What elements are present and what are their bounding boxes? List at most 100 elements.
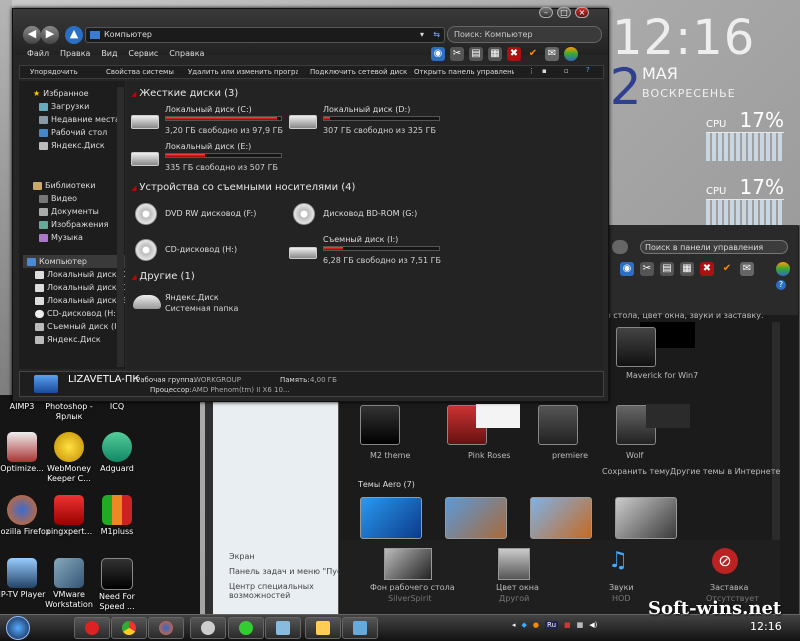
help-icon[interactable]: ?	[586, 66, 590, 74]
dvd-drive[interactable]: DVD RW дисковод (F:)	[131, 199, 281, 233]
nav-libraries[interactable]: Библиотеки	[33, 179, 108, 192]
drive-d[interactable]: Локальный диск (D:) 307 ГБ свободно из 3…	[289, 105, 440, 139]
taskbar-app[interactable]	[190, 617, 226, 639]
globe-icon[interactable]: ◉	[620, 262, 634, 276]
forward-button[interactable]: ▶	[41, 26, 59, 44]
nav-video[interactable]: Видео	[39, 192, 108, 205]
cut-icon[interactable]: ✂	[450, 47, 464, 61]
menu-view[interactable]: Вид	[101, 49, 117, 58]
nav-music[interactable]: Музыка	[39, 231, 108, 244]
system-properties-button[interactable]: Свойства системы	[106, 68, 174, 76]
copy-icon[interactable]: ▤	[469, 47, 483, 61]
taskbar-icq[interactable]	[228, 617, 264, 639]
preview-icon[interactable]: ▫	[564, 67, 569, 75]
arrow-left-icon[interactable]: ◂	[512, 621, 516, 629]
menu-file[interactable]: Файл	[27, 49, 49, 58]
more-themes-link[interactable]: Другие темы в Интернете	[670, 467, 780, 476]
view-icon[interactable]: ▪	[542, 67, 547, 75]
theme-thumb[interactable]	[616, 327, 656, 367]
cut-icon[interactable]: ✂	[640, 262, 654, 276]
nav-scrollbar[interactable]	[117, 87, 124, 367]
start-button[interactable]	[6, 616, 30, 640]
desktop-icon-adguard[interactable]: Adguard	[88, 432, 146, 474]
paste-icon[interactable]: ▦	[680, 262, 694, 276]
minimize-button[interactable]: –	[539, 7, 553, 18]
nav-drive-e[interactable]: Локальный диск (E:)	[35, 294, 125, 307]
copy-icon[interactable]: ▤	[660, 262, 674, 276]
back-button[interactable]: ◀	[23, 26, 41, 44]
theme-thumb[interactable]	[538, 405, 578, 445]
taskbar-explorer[interactable]	[305, 617, 341, 639]
check-icon[interactable]: ✔	[526, 47, 540, 61]
help-icon[interactable]: ?	[776, 280, 786, 290]
taskbar-opera[interactable]	[74, 617, 110, 639]
windows-logo-icon[interactable]	[776, 262, 790, 276]
section-hdd[interactable]: ◢ Жесткие диски (3)	[131, 88, 238, 99]
mail-icon[interactable]: ✉	[740, 262, 754, 276]
language-indicator[interactable]: Ru	[545, 621, 559, 629]
screensaver-icon[interactable]: ⊘	[712, 548, 738, 574]
aero-theme-thumb[interactable]	[615, 497, 677, 539]
mail-icon[interactable]: ✉	[545, 47, 559, 61]
network-icon[interactable]: ▦	[577, 621, 584, 629]
delete-icon[interactable]: ✖	[507, 47, 521, 61]
nav-yandex-disk-2[interactable]: Яндекс.Диск	[35, 333, 125, 346]
desktop-icon-m1pluss[interactable]: M1pluss	[88, 495, 146, 537]
refresh-icon[interactable]	[612, 240, 628, 254]
aero-theme-thumb[interactable]	[445, 497, 507, 539]
task-link-taskbar[interactable]: Панель задач и меню "Пуск"	[229, 567, 350, 576]
map-network-drive-button[interactable]: Подключить сетевой диск	[310, 68, 408, 76]
globe-icon[interactable]: ◉	[431, 47, 445, 61]
sounds-icon[interactable]: ♫	[604, 548, 632, 576]
more-icon[interactable]: ⋮	[528, 67, 535, 75]
up-button[interactable]: ▲	[65, 26, 83, 44]
menu-help[interactable]: Справка	[169, 49, 204, 58]
bottom-label[interactable]: Звуки	[609, 583, 634, 592]
aero-theme-thumb[interactable]	[530, 497, 592, 539]
menu-edit[interactable]: Правка	[60, 49, 90, 58]
taskbar-app2[interactable]	[265, 617, 301, 639]
desktop-icon-icq[interactable]: ICQ	[88, 402, 146, 412]
section-other[interactable]: ◢ Другие (1)	[131, 271, 195, 282]
tray-icon[interactable]: ■	[564, 621, 571, 629]
taskbar-firefox[interactable]	[148, 617, 184, 639]
taskbar-control-panel[interactable]	[342, 617, 378, 639]
task-link-display[interactable]: Экран	[229, 552, 255, 561]
menu-tools[interactable]: Сервис	[128, 49, 158, 58]
nav-documents[interactable]: Документы	[39, 205, 108, 218]
section-removable[interactable]: ◢ Устройства со съемными носителями (4)	[131, 182, 355, 193]
volume-icon[interactable]: ◀)	[589, 621, 597, 629]
organize-button[interactable]: Упорядочить	[30, 68, 78, 76]
bottom-label[interactable]: Фон рабочего стола	[370, 583, 455, 592]
explorer-window[interactable]: – □ × ◀ ▶ ▲ Компьютер ▾ ⇆ Поиск: Компьют…	[12, 7, 609, 402]
maximize-button[interactable]: □	[557, 7, 571, 18]
nav-desktop[interactable]: Рабочий стол	[39, 126, 120, 139]
yandex-disk-item[interactable]: Яндекс.Диск Системная папка	[131, 287, 281, 321]
tray-icon[interactable]: ●	[533, 621, 539, 629]
paste-icon[interactable]: ▦	[488, 47, 502, 61]
windows-logo-icon[interactable]	[564, 47, 578, 61]
address-bar[interactable]: Компьютер ▾ ⇆	[85, 27, 445, 43]
control-panel-search[interactable]: Поиск в панели управления	[640, 240, 788, 254]
save-theme-link[interactable]: Сохранить тему	[602, 467, 670, 476]
window-color-icon[interactable]	[498, 548, 530, 580]
refresh-icon[interactable]: ⇆	[433, 28, 440, 42]
nav-drive-c[interactable]: Локальный диск (C:)	[35, 268, 125, 281]
removable-drive[interactable]: Съемный диск (I:) 6,28 ГБ свободно из 7,…	[289, 235, 441, 269]
taskbar-chrome[interactable]	[111, 617, 147, 639]
drive-c[interactable]: Локальный диск (C:) 3,20 ГБ свободно из …	[131, 105, 283, 139]
uninstall-program-button[interactable]: Удалить или изменить программу	[188, 68, 298, 76]
check-icon[interactable]: ✔	[720, 262, 734, 276]
drive-e[interactable]: Локальный диск (E:) 335 ГБ свободно из 5…	[131, 142, 282, 176]
nav-favorites[interactable]: ★ Избранное	[33, 87, 120, 100]
bd-drive[interactable]: Дисковод BD-ROM (G:)	[289, 199, 439, 233]
cd-drive[interactable]: CD-дисковод (H:)	[131, 235, 281, 269]
search-input[interactable]: Поиск: Компьютер	[447, 26, 602, 43]
aero-theme-thumb[interactable]	[360, 497, 422, 539]
desktop-icon-nfs[interactable]: Need For Speed ...	[88, 558, 146, 612]
task-link-accessibility[interactable]: Центр специальных возможностей	[229, 582, 319, 600]
delete-icon[interactable]: ✖	[700, 262, 714, 276]
bottom-label[interactable]: Цвет окна	[496, 583, 539, 592]
nav-downloads[interactable]: Загрузки	[39, 100, 120, 113]
chevron-down-icon[interactable]: ▾	[420, 28, 424, 42]
